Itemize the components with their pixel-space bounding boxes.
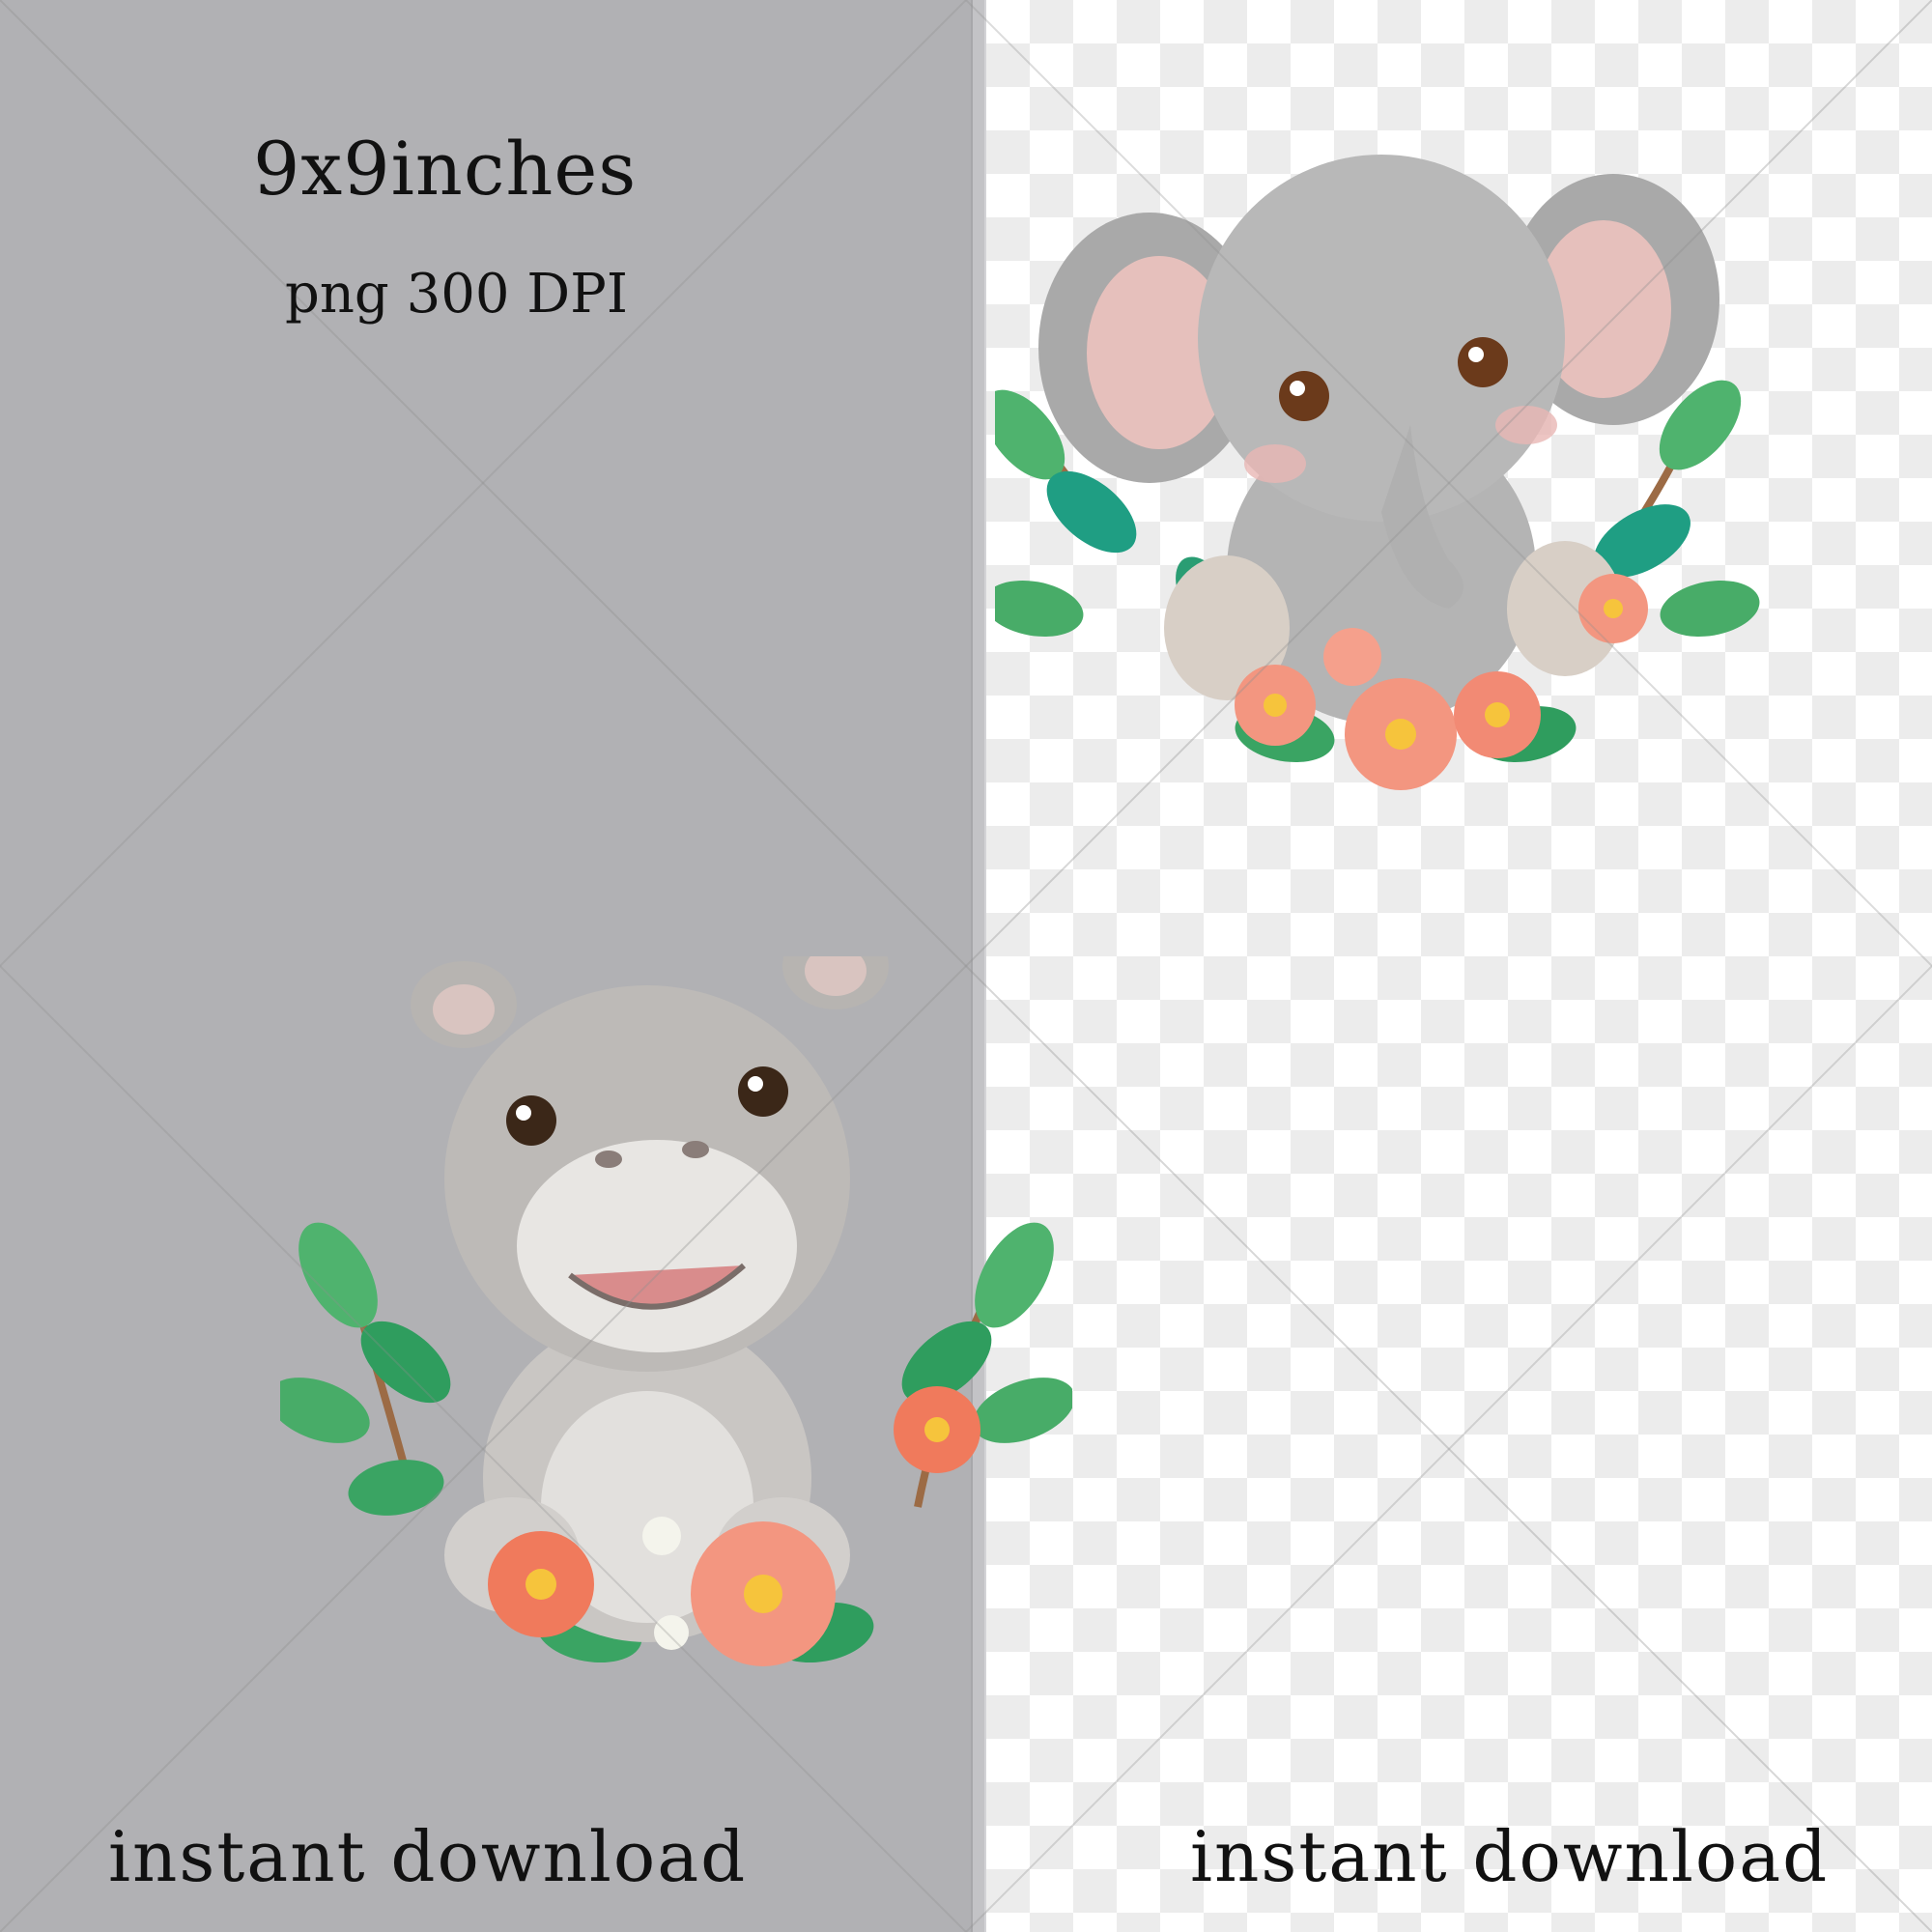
size-label: 9x9inches: [253, 126, 638, 212]
baby-hippo-illustration: [280, 956, 1072, 1666]
instant-download-left: instant download: [108, 1816, 748, 1897]
instant-download-right: instant download: [1190, 1816, 1830, 1897]
format-label: png 300 DPI: [285, 263, 628, 326]
baby-elephant-illustration: [995, 155, 1760, 790]
